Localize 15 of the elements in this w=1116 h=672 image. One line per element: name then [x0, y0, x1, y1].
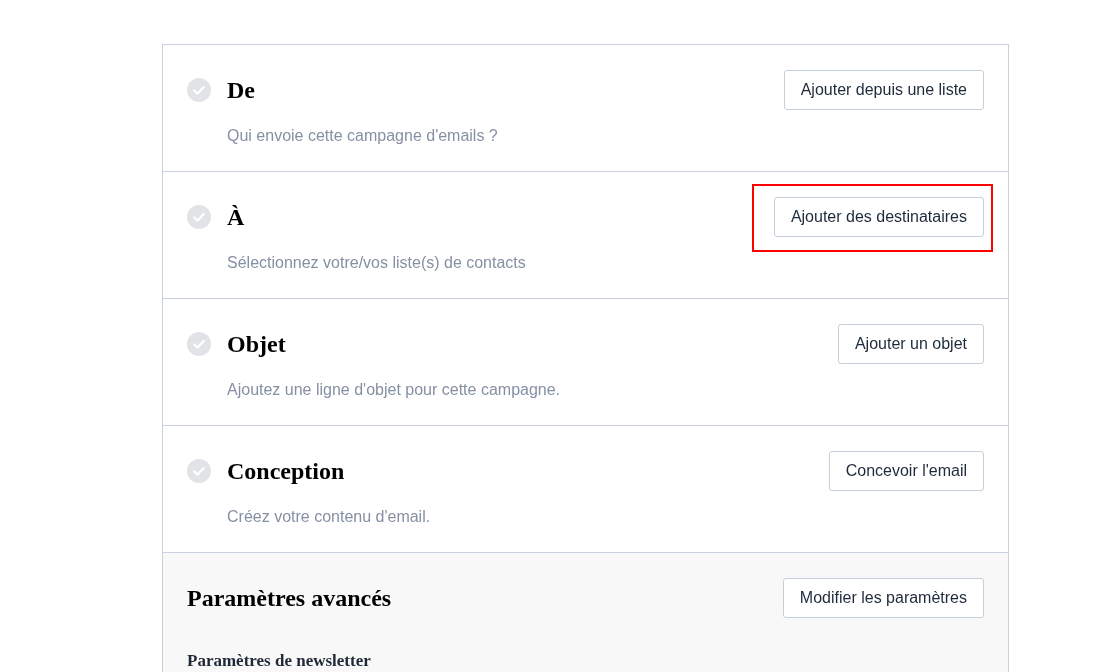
- step-description: Qui envoie cette campagne d'emails ?: [226, 126, 499, 146]
- step-action-button[interactable]: Ajouter un objet: [837, 324, 984, 364]
- subsection-title: Paramètres de newsletter: [187, 652, 372, 670]
- step-description: Créez votre contenu d'email.: [226, 507, 432, 527]
- step-action-button[interactable]: Concevoir l'email: [828, 451, 984, 491]
- step-description: Ajoutez une ligne d'objet pour cette campagne.: [226, 380, 562, 400]
- step-description: Sélectionnez votre/vos liste(s) de contacts: [226, 253, 527, 273]
- step-title: Conception: [227, 457, 345, 485]
- step-title: Objet: [227, 330, 286, 358]
- step-action-button[interactable]: Ajouter depuis une liste: [783, 70, 984, 110]
- step-action-button[interactable]: Ajouter des destinataires: [773, 197, 984, 237]
- edit-settings-button[interactable]: Modifier les paramètres: [782, 578, 984, 618]
- section-title: Paramètres avancés: [187, 584, 392, 612]
- step-title: À: [227, 203, 245, 231]
- step-title: De: [227, 76, 255, 104]
